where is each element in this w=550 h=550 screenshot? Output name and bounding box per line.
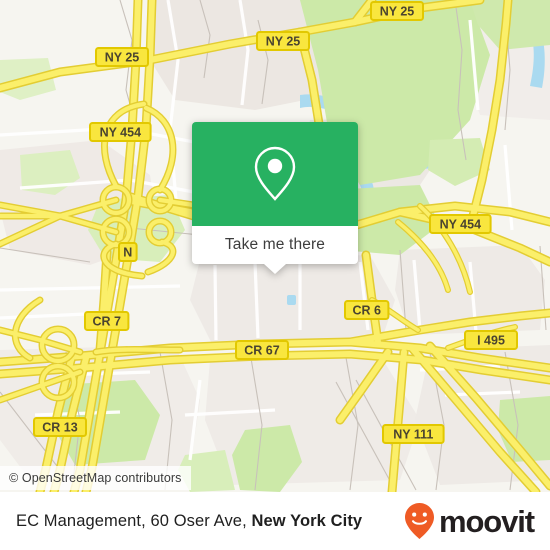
road-shield: CR 67 [235, 340, 289, 360]
road-shield-label: CR 67 [244, 344, 279, 358]
road-shield: N [118, 242, 138, 262]
road-shield: NY 454 [89, 122, 152, 142]
footer-bar: EC Management, 60 Oser Ave, New York Cit… [0, 492, 550, 550]
road-shield: NY 454 [429, 214, 492, 234]
road-shield-label: NY 25 [266, 35, 301, 49]
moovit-pin-icon [404, 503, 434, 539]
road-shield-label: NY 111 [393, 428, 433, 442]
road-shield: NY 111 [382, 424, 445, 444]
location-popup-card[interactable]: Take me there [192, 122, 358, 274]
moovit-wordmark: moovit [438, 503, 535, 539]
place-city: New York City [251, 511, 363, 530]
road-shield: NY 25 [95, 47, 149, 67]
road-shield-label: NY 454 [100, 126, 142, 140]
road-shield: NY 25 [370, 1, 424, 21]
popup-tail-pointer [264, 264, 286, 274]
road-shield-label: NY 25 [105, 51, 140, 65]
map-attribution: © OpenStreetMap contributors [0, 466, 191, 490]
moovit-map-screenshot: NY 25 NY 25 NY 25 NY 454 N NY 454 CR 6 I 495 CR … [0, 0, 550, 550]
road-shield-label: I 495 [477, 334, 505, 348]
road-shield-label: CR 6 [352, 304, 381, 318]
road-shield-label: NY 25 [380, 5, 415, 19]
road-shield: CR 6 [344, 300, 390, 320]
road-shield: CR 7 [84, 311, 130, 331]
take-me-there-label: Take me there [224, 236, 326, 253]
road-shield-label: CR 13 [42, 421, 77, 435]
popup-header [192, 122, 358, 226]
moovit-brand-logo[interactable]: moovit [403, 502, 535, 540]
road-shield-label: NY 454 [440, 218, 482, 232]
popup-action-row[interactable]: Take me there [192, 226, 358, 264]
place-title: EC Management, 60 Oser Ave, New York Cit… [16, 512, 362, 531]
road-shield: CR 13 [33, 417, 87, 437]
attribution-text: © OpenStreetMap contributors [9, 471, 182, 485]
road-shield: I 495 [464, 330, 518, 350]
road-shield-label: N [123, 246, 132, 260]
road-shield: NY 25 [256, 31, 310, 51]
location-pin-icon [254, 146, 296, 201]
place-name: EC Management, 60 Oser Ave [16, 511, 243, 530]
road-shield-label: CR 7 [92, 315, 121, 329]
